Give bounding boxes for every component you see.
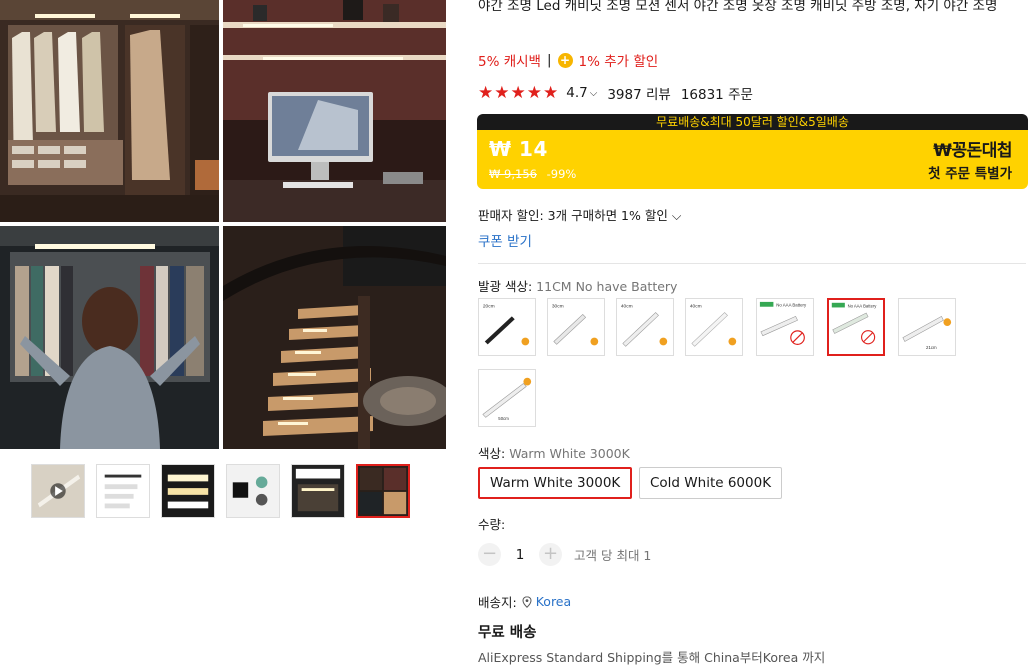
emitting-color-label: 발광 색상: 11CM No have Battery: [478, 276, 677, 295]
rating-row: ★ ★ ★ ★ ★ 4.7 ⌵ 3987 리뷰 16831 주문: [478, 83, 753, 103]
ship-to-country[interactable]: Korea: [536, 594, 571, 609]
main-product-image[interactable]: [0, 0, 446, 449]
cashback-row: 5% 캐시백 | + 1% 추가 할인: [478, 50, 658, 70]
orders-count: 16831 주문: [680, 87, 753, 103]
location-pin-icon: [522, 595, 532, 608]
get-coupon-link[interactable]: 쿠폰 받기: [478, 230, 532, 250]
product-title: 야간 조명 Led 캐비닛 조명 모션 센서 야간 조명 옷장 조명 캐비닛 주…: [478, 0, 998, 14]
quantity-decrease-button[interactable]: −: [478, 543, 501, 566]
swatch-no-battery-a[interactable]: No AAA Battery: [756, 298, 814, 356]
campaign-subtitle: 첫 주문 특별가: [928, 166, 1012, 182]
svg-text:30cm: 30cm: [552, 304, 564, 310]
promo-banner-text: 무료배송&최대 50달러 할인&5일배송: [477, 114, 1028, 130]
thumbnail-strip: [31, 464, 411, 518]
svg-text:21cm: 21cm: [926, 345, 937, 350]
campaign-logo: ₩꽁돈대첩: [933, 141, 1012, 161]
quantity-label: 수량:: [478, 517, 506, 532]
swatch-40cm-a[interactable]: 40cm: [616, 298, 674, 356]
old-price: ₩ 9,156: [489, 167, 537, 181]
color-value: Warm White 3000K: [509, 446, 630, 461]
svg-text:40cm: 40cm: [621, 304, 633, 310]
ship-to-label: 배송지:: [478, 595, 517, 610]
promo-price-banner: 무료배송&최대 50달러 할인&5일배송 ₩ 14 ₩ 9,156 -99% ₩…: [477, 114, 1028, 189]
separator: |: [546, 52, 552, 68]
extra-discount-text: 1% 추가 할인: [578, 54, 659, 70]
emitting-color-label-text: 발광 색상:: [478, 279, 537, 294]
star-icon: ★: [543, 82, 559, 103]
shipping-description: AliExpress Standard Shipping를 통해 China부터…: [478, 650, 826, 665]
rating-score[interactable]: 4.7: [566, 85, 587, 101]
swatch-21cm[interactable]: 21cm: [898, 298, 956, 356]
svg-text:No AAA Battery: No AAA Battery: [776, 303, 807, 308]
star-icon: ★: [478, 82, 494, 103]
photo-closet-woman: [0, 226, 219, 449]
free-shipping-title: 무료 배송: [478, 625, 537, 641]
quantity-increase-button[interactable]: +: [539, 543, 562, 566]
svg-text:50cm: 50cm: [498, 416, 509, 421]
svg-text:No AAA Battery: No AAA Battery: [848, 303, 878, 308]
photo-wardrobe-light: [0, 0, 219, 222]
thumbnail-3[interactable]: [161, 464, 215, 518]
emitting-color-value: 11CM No have Battery: [536, 279, 678, 294]
star-icon: ★: [510, 82, 526, 103]
divider: [478, 263, 1026, 264]
old-price-row: ₩ 9,156 -99%: [489, 167, 576, 181]
coin-icon: +: [557, 52, 573, 68]
swatch-30cm[interactable]: 30cm: [547, 298, 605, 356]
sale-price: ₩ 14: [489, 137, 548, 161]
star-icon: ★: [494, 82, 510, 103]
chevron-down-icon[interactable]: ⌵: [590, 88, 598, 99]
discount-percent: -99%: [546, 167, 577, 181]
photo-shelf-desk: [223, 0, 446, 222]
promo-body: ₩ 14 ₩ 9,156 -99% ₩꽁돈대첩 첫 주문 특별가: [477, 130, 1028, 189]
quantity-stepper: − 1 + 고객 당 최대 1: [478, 543, 651, 566]
thumbnail-5[interactable]: [291, 464, 345, 518]
svg-text:40cm: 40cm: [690, 304, 702, 310]
star-icon: ★: [526, 82, 542, 103]
swatch-50cm[interactable]: 50cm: [478, 369, 536, 427]
rating-stars: ★ ★ ★ ★ ★: [478, 82, 559, 103]
thumbnail-4[interactable]: [226, 464, 280, 518]
thumbnail-video[interactable]: [31, 464, 85, 518]
color-warm-white-button[interactable]: Warm White 3000K: [478, 467, 633, 499]
reviews-count[interactable]: 3987 리뷰: [607, 83, 671, 103]
color-label-text: 색상:: [478, 446, 510, 461]
ship-to-row: 배송지: Korea: [478, 592, 571, 611]
color-cold-white-button[interactable]: Cold White 6000K: [639, 467, 783, 499]
thumbnail-2[interactable]: [96, 464, 150, 518]
swatch-40cm-b[interactable]: 40cm: [685, 298, 743, 356]
ship-to-location[interactable]: Korea: [522, 594, 571, 609]
cashback-text: 5% 캐시백: [478, 54, 541, 70]
seller-discount[interactable]: 판매자 할인: 3개 구매하면 1% 할인 ⌵: [478, 205, 681, 224]
photo-staircase: [223, 226, 446, 449]
swatch-no-battery-b-selected[interactable]: No AAA Battery: [827, 298, 885, 356]
swatch-20cm[interactable]: 20cm: [478, 298, 536, 356]
color-label: 색상: Warm White 3000K: [478, 443, 630, 462]
svg-text:20cm: 20cm: [483, 304, 495, 310]
thumbnail-6-selected[interactable]: [356, 464, 410, 518]
quantity-value[interactable]: 1: [513, 547, 527, 563]
quantity-max-note: 고객 당 최대 1: [574, 548, 652, 563]
